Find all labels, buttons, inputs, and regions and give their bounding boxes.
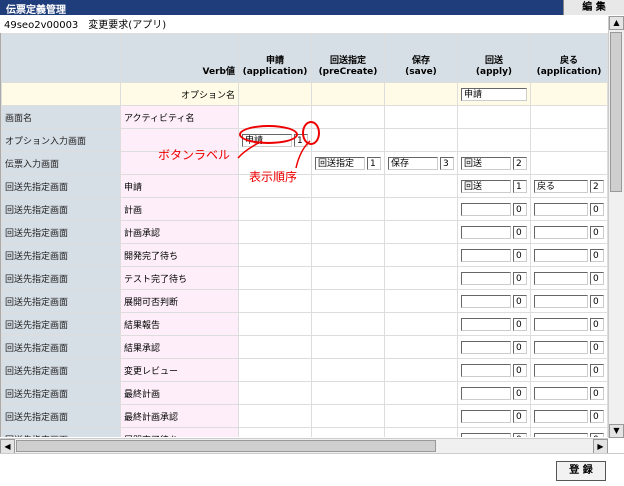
scroll-down-icon[interactable]: ▼ (609, 424, 624, 438)
hscroll-thumb[interactable] (16, 440, 436, 452)
register-button[interactable]: 登 録 (556, 461, 606, 481)
annotation-display-order: 表示順序 (249, 170, 298, 184)
vertical-scrollbar[interactable]: ▲ ▼ (608, 16, 624, 438)
scroll-right-icon[interactable]: ▶ (593, 439, 608, 454)
scroll-up-icon[interactable]: ▲ (609, 16, 624, 30)
annotation-lines (237, 140, 311, 169)
scroll-left-icon[interactable]: ◀ (0, 439, 15, 454)
annotation-button-label: ボタンラベル (158, 148, 231, 162)
footer-bar: 登 録 (0, 453, 624, 486)
scroll-thumb[interactable] (610, 32, 622, 192)
horizontal-scrollbar[interactable]: ◀ ▶ (0, 438, 608, 454)
